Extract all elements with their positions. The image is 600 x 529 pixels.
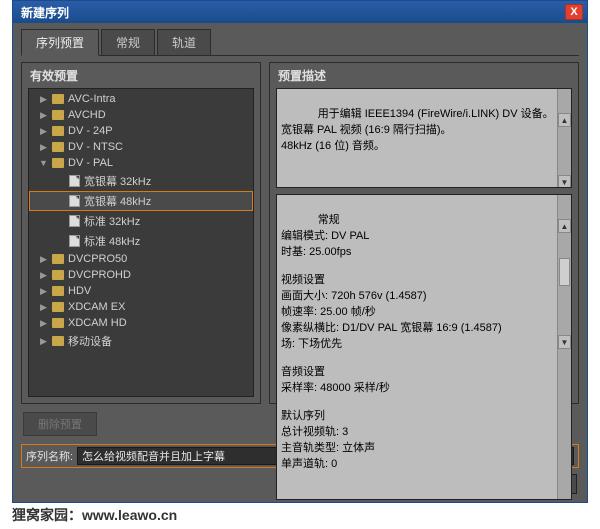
sequence-name-label: 序列名称: bbox=[26, 448, 73, 464]
chevron-right-icon[interactable]: ▶ bbox=[39, 271, 48, 280]
preset-label: 宽银幕 32kHz bbox=[84, 173, 151, 189]
preset-label: 标准 48kHz bbox=[84, 233, 140, 249]
preset-summary-text: 用于编辑 IEEE1394 (FireWire/i.LINK) DV 设备。 宽… bbox=[281, 108, 554, 152]
folder-icon bbox=[52, 286, 64, 296]
preset-icon bbox=[69, 235, 80, 247]
delete-preset-button: 删除预置 bbox=[23, 412, 97, 436]
folder-label: DV - NTSC bbox=[68, 141, 123, 153]
preset-folder[interactable]: ▶ XDCAM HD bbox=[29, 315, 253, 331]
chevron-right-icon[interactable]: ▶ bbox=[39, 337, 48, 346]
chevron-right-icon[interactable]: ▶ bbox=[39, 95, 48, 104]
chevron-down-icon[interactable]: ▼ bbox=[558, 335, 571, 349]
watermark-text: 狸窝家园：www.leawo.cn bbox=[12, 505, 177, 525]
preset-folder[interactable]: ▶ DVCPRO50 bbox=[29, 251, 253, 267]
preset-summary: 用于编辑 IEEE1394 (FireWire/i.LINK) DV 设备。 宽… bbox=[276, 88, 572, 188]
folder-icon bbox=[52, 302, 64, 312]
preset-folder[interactable]: ▶ 移动设备 bbox=[29, 331, 253, 351]
preset-folder[interactable]: ▶ DVCPROHD bbox=[29, 267, 253, 283]
chevron-up-icon[interactable]: ▲ bbox=[558, 113, 571, 127]
preset-item[interactable]: 宽银幕 48kHz bbox=[29, 191, 253, 211]
preset-label: 宽银幕 48kHz bbox=[84, 193, 151, 209]
folder-icon bbox=[52, 254, 64, 264]
chevron-up-icon[interactable]: ▲ bbox=[558, 219, 571, 233]
folder-label: AVC-Intra bbox=[68, 93, 115, 105]
folder-icon bbox=[52, 126, 64, 136]
preset-item[interactable]: 宽银幕 32kHz bbox=[29, 171, 253, 191]
preset-folder[interactable]: ▶ DV - 24P bbox=[29, 123, 253, 139]
tab-tracks[interactable]: 轨道 bbox=[157, 29, 211, 55]
tab-bar: 序列预置 常规 轨道 bbox=[21, 29, 579, 56]
preset-item[interactable]: 标准 32kHz bbox=[29, 211, 253, 231]
chevron-right-icon[interactable]: ▶ bbox=[39, 255, 48, 264]
preset-folder[interactable]: ▶ XDCAM EX bbox=[29, 299, 253, 315]
folder-label: DV - PAL bbox=[68, 157, 113, 169]
presets-panel-title: 有效预置 bbox=[22, 63, 260, 88]
folder-label: AVCHD bbox=[68, 109, 106, 121]
preset-folder[interactable]: ▶ AVC-Intra bbox=[29, 91, 253, 107]
folder-label: DV - 24P bbox=[68, 125, 113, 137]
folder-label: HDV bbox=[68, 285, 91, 297]
folder-label: DVCPROHD bbox=[68, 269, 131, 281]
preset-details: 常规 编辑模式: DV PAL 时基: 25.00fps 视频设置 画面大小: … bbox=[276, 194, 572, 500]
folder-icon bbox=[52, 270, 64, 280]
folder-label: DVCPRO50 bbox=[68, 253, 127, 265]
folder-icon bbox=[52, 94, 64, 104]
scrollbar-thumb[interactable] bbox=[559, 258, 570, 286]
titlebar[interactable]: 新建序列 X bbox=[13, 1, 587, 23]
chevron-right-icon[interactable]: ▶ bbox=[39, 303, 48, 312]
description-panel: 预置描述 用于编辑 IEEE1394 (FireWire/i.LINK) DV … bbox=[269, 62, 579, 404]
preset-icon bbox=[69, 175, 80, 187]
folder-icon bbox=[52, 142, 64, 152]
folder-label: XDCAM HD bbox=[68, 317, 127, 329]
preset-icon bbox=[69, 195, 80, 207]
chevron-down-icon[interactable]: ▼ bbox=[558, 175, 571, 188]
presets-panel: 有效预置 ▶ AVC-Intra ▶ AVCHD ▶ DV - 24P ▶ DV - NTSC… bbox=[21, 62, 261, 404]
window-title: 新建序列 bbox=[21, 4, 69, 21]
preset-folder[interactable]: ▶ AVCHD bbox=[29, 107, 253, 123]
preset-item[interactable]: 标准 48kHz bbox=[29, 231, 253, 251]
folder-icon bbox=[52, 158, 64, 168]
preset-icon bbox=[69, 215, 80, 227]
tab-presets[interactable]: 序列预置 bbox=[21, 29, 99, 56]
preset-folder[interactable]: ▼ DV - PAL bbox=[29, 155, 253, 171]
preset-folder[interactable]: ▶ DV - NTSC bbox=[29, 139, 253, 155]
preset-tree: ▶ AVC-Intra ▶ AVCHD ▶ DV - 24P ▶ DV - NTSC ▼ DV -… bbox=[28, 88, 254, 397]
scrollbar[interactable]: ▲ ▼ bbox=[557, 195, 571, 499]
chevron-right-icon[interactable]: ▶ bbox=[39, 287, 48, 296]
preset-label: 标准 32kHz bbox=[84, 213, 140, 229]
scrollbar[interactable]: ▲ ▼ bbox=[557, 89, 571, 187]
chevron-down-icon[interactable]: ▼ bbox=[39, 159, 48, 168]
chevron-right-icon[interactable]: ▶ bbox=[39, 111, 48, 120]
close-icon[interactable]: X bbox=[565, 4, 583, 20]
folder-icon bbox=[52, 110, 64, 120]
tab-general[interactable]: 常规 bbox=[101, 29, 155, 55]
chevron-right-icon[interactable]: ▶ bbox=[39, 127, 48, 136]
chevron-right-icon[interactable]: ▶ bbox=[39, 143, 48, 152]
folder-icon bbox=[52, 336, 64, 346]
chevron-right-icon[interactable]: ▶ bbox=[39, 319, 48, 328]
folder-icon bbox=[52, 318, 64, 328]
description-panel-title: 预置描述 bbox=[270, 63, 578, 88]
new-sequence-dialog: 新建序列 X 序列预置 常规 轨道 有效预置 ▶AVC-Intra▶AVCHD▶… bbox=[12, 0, 588, 503]
folder-label: 移动设备 bbox=[68, 333, 112, 349]
preset-details-text: 常规 编辑模式: DV PAL 时基: 25.00fps 视频设置 画面大小: … bbox=[281, 214, 502, 470]
folder-label: XDCAM EX bbox=[68, 301, 125, 313]
preset-folder[interactable]: ▶ HDV bbox=[29, 283, 253, 299]
